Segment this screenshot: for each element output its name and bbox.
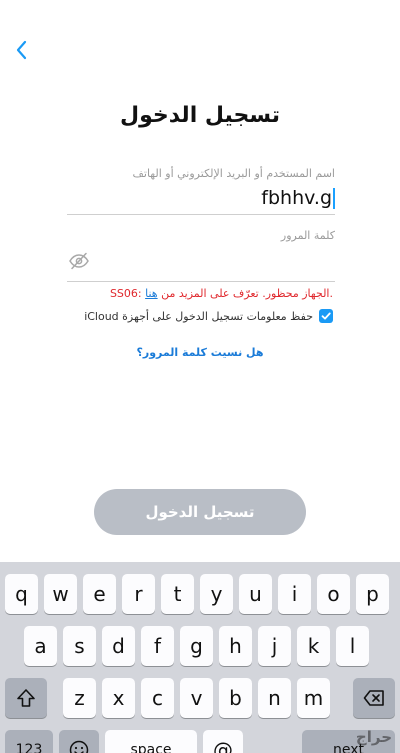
emoji-key[interactable] xyxy=(59,730,99,753)
checkmark-icon xyxy=(321,312,331,320)
error-code: :SS06 xyxy=(109,287,146,300)
remember-checkbox[interactable] xyxy=(319,309,333,323)
key-v[interactable]: v xyxy=(180,678,213,718)
key-n[interactable]: n xyxy=(258,678,291,718)
key-e[interactable]: e xyxy=(83,574,116,614)
key-t[interactable]: t xyxy=(161,574,194,614)
key-d[interactable]: d xyxy=(102,626,135,666)
key-m[interactable]: m xyxy=(297,678,330,718)
shift-icon xyxy=(17,689,35,707)
remember-label: حفظ معلومات تسجيل الدخول على أجهزة iClou… xyxy=(84,309,313,323)
emoji-icon xyxy=(69,740,89,753)
username-label: اسم المستخدم أو البريد الإلكتروني أو اله… xyxy=(132,167,336,180)
key-l[interactable]: l xyxy=(336,626,369,666)
keyboard: q w e r t y u i o p a s d f g h j k l z … xyxy=(0,562,400,753)
key-p[interactable]: p xyxy=(356,574,389,614)
text-caret xyxy=(333,188,335,209)
key-z[interactable]: z xyxy=(63,678,96,718)
key-i[interactable]: i xyxy=(278,574,311,614)
page-title: تسجيل الدخول xyxy=(119,103,281,128)
key-f[interactable]: f xyxy=(141,626,174,666)
space-key[interactable]: space xyxy=(105,730,197,753)
watermark: حراج xyxy=(355,728,392,746)
key-g[interactable]: g xyxy=(180,626,213,666)
remember-login-row[interactable]: حفظ معلومات تسجيل الدخول على أجهزة iClou… xyxy=(84,309,333,323)
password-label: كلمة المرور xyxy=(280,229,335,242)
password-input[interactable] xyxy=(67,247,335,277)
key-b[interactable]: b xyxy=(219,678,252,718)
login-button[interactable]: تسجيل الدخول xyxy=(94,489,306,535)
back-button[interactable] xyxy=(10,38,34,62)
key-u[interactable]: u xyxy=(239,574,272,614)
key-q[interactable]: q xyxy=(5,574,38,614)
chevron-left-icon xyxy=(16,40,27,60)
username-underline xyxy=(67,214,335,215)
key-h[interactable]: h xyxy=(219,626,252,666)
key-s[interactable]: s xyxy=(63,626,96,666)
password-field[interactable]: كلمة المرور xyxy=(67,229,335,282)
learn-more-link[interactable]: هنا xyxy=(145,287,157,300)
error-message: .الجهاز محظور. تعرّف على المزيد من هنا :… xyxy=(110,287,333,300)
key-a[interactable]: a xyxy=(24,626,57,666)
key-o[interactable]: o xyxy=(317,574,350,614)
key-r[interactable]: r xyxy=(122,574,155,614)
shift-key[interactable] xyxy=(5,678,47,718)
key-k[interactable]: k xyxy=(297,626,330,666)
password-underline xyxy=(67,281,335,282)
username-input[interactable]: fbhhv.g xyxy=(67,186,335,210)
key-j[interactable]: j xyxy=(258,626,291,666)
username-value: fbhhv.g xyxy=(261,187,332,209)
numbers-key[interactable]: 123 xyxy=(5,730,53,753)
key-x[interactable]: x xyxy=(102,678,135,718)
key-w[interactable]: w xyxy=(44,574,77,614)
at-key[interactable]: @ xyxy=(203,730,243,753)
backspace-icon xyxy=(363,690,384,706)
key-c[interactable]: c xyxy=(141,678,174,718)
eye-slash-icon[interactable] xyxy=(69,252,89,270)
forgot-password-link[interactable]: هل نسيت كلمة المرور؟ xyxy=(0,346,400,359)
username-field[interactable]: اسم المستخدم أو البريد الإلكتروني أو اله… xyxy=(67,167,335,215)
key-y[interactable]: y xyxy=(200,574,233,614)
error-text: .الجهاز محظور. تعرّف على المزيد من xyxy=(157,287,333,300)
backspace-key[interactable] xyxy=(353,678,395,718)
